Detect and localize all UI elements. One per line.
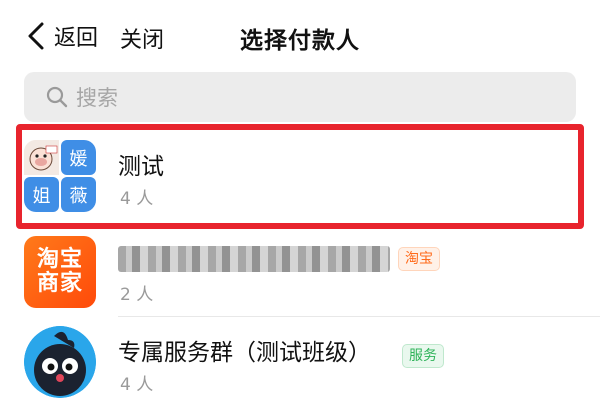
robot-mascot-icon: [24, 326, 96, 398]
list-item[interactable]: 专属服务群（测试班级） 服务 4 人: [0, 320, 600, 406]
list-item[interactable]: 媛 姐 薇 测试 4 人: [0, 134, 600, 220]
logo-text-line: 淘宝: [36, 247, 83, 272]
item-name: 测试: [118, 154, 164, 180]
search-input[interactable]: 搜索: [24, 72, 576, 122]
list-item[interactable]: 淘宝 商家 淘宝 2 人: [0, 230, 600, 316]
cartoon-face-icon: [24, 140, 59, 175]
blurred-name: [118, 246, 390, 272]
taobao-merchant-logo: 淘宝 商家: [24, 236, 96, 308]
service-tag: 服务: [402, 344, 444, 368]
member-count: 4 人: [120, 375, 154, 395]
logo-text-line: 商家: [36, 271, 83, 296]
search-placeholder: 搜索: [76, 86, 118, 110]
avatar: 媛 姐 薇: [24, 140, 96, 212]
item-name: 专属服务群（测试班级）: [118, 340, 371, 366]
page-title: 选择付款人: [240, 28, 360, 54]
top-bar: 返回 关闭 选择付款人: [0, 0, 600, 72]
avatar-cell: 姐: [24, 177, 59, 212]
member-count: 4 人: [120, 189, 154, 209]
avatar-cell-image: [24, 140, 59, 175]
avatar: [24, 326, 96, 398]
avatar-cell: 媛: [61, 140, 96, 175]
member-count: 2 人: [120, 285, 154, 305]
avatar-cell: 薇: [61, 177, 96, 212]
taobao-tag: 淘宝: [398, 247, 440, 271]
search-icon: [46, 86, 68, 108]
divider: [118, 316, 600, 317]
